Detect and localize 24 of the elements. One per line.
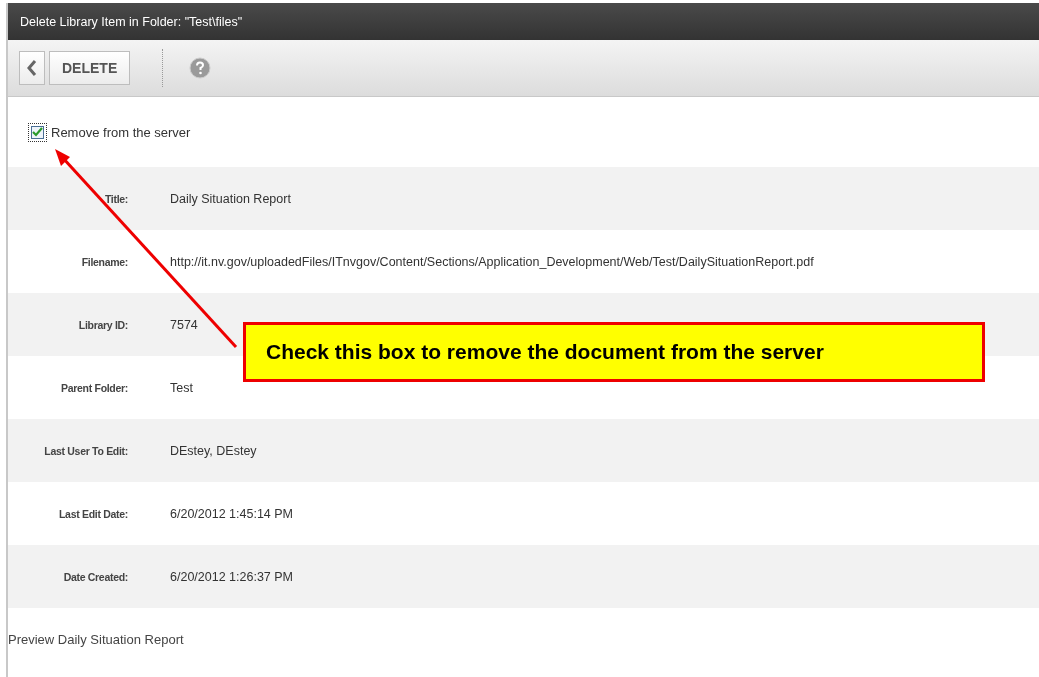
help-icon[interactable] — [189, 57, 212, 79]
field-value: Daily Situation Report — [170, 191, 291, 206]
field-label: Filename: — [80, 255, 128, 268]
remove-checkbox[interactable] — [28, 122, 47, 142]
field-label: Last User To Edit: — [43, 444, 128, 457]
preview-link[interactable]: Preview Daily Situation Report — [8, 632, 184, 647]
field-label: Date Created: — [62, 570, 128, 583]
field-label: Parent Folder: — [60, 381, 128, 394]
delete-button[interactable]: DELETE — [49, 51, 131, 85]
field-label: Title: — [103, 192, 128, 205]
field-label: Library ID: — [77, 318, 128, 331]
field-value: 7574 — [170, 317, 198, 332]
field-value: 6/20/2012 1:26:37 PM — [170, 569, 293, 584]
window-title: Delete Library Item in Folder: "Test\files" — [20, 14, 243, 29]
checkmark-icon — [32, 127, 43, 137]
field-value: Test — [170, 380, 193, 395]
field-value: DEstey, DEstey — [170, 443, 257, 458]
callout-note: Check this box to remove the document from the server — [243, 322, 985, 382]
chevron-left-icon — [27, 60, 37, 76]
back-button[interactable] — [19, 51, 45, 85]
checkbox-label: Remove from the server — [51, 124, 191, 140]
field-value: http://it.nv.gov/uploadedFiles/ITnvgov/Content/Sections/Application_Development/Web/Test/DailySituationReport.pdf — [170, 254, 814, 269]
field-label: Last Edit Date: — [58, 507, 128, 520]
field-value: 6/20/2012 1:45:14 PM — [170, 506, 293, 521]
